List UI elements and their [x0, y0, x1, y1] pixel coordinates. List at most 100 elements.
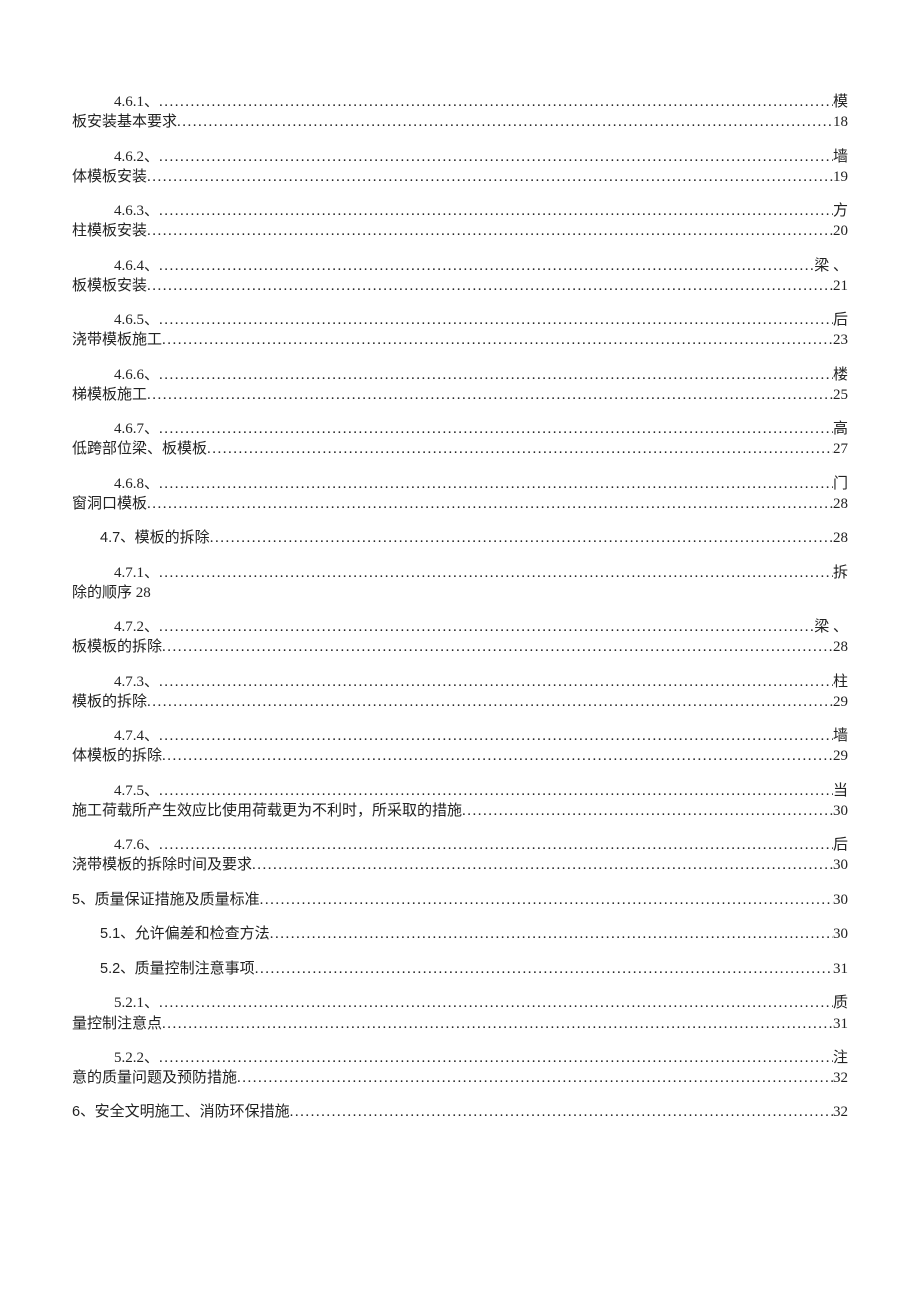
toc-entry-text: 4.7.1、 — [114, 563, 159, 583]
toc-entry: 4.7.5、当施工荷载所产生效应比使用荷载更为不利时，所采取的措施 30 — [72, 781, 848, 822]
toc-entry: 4.7.4、墙体模板的拆除29 — [72, 726, 848, 767]
toc-row-cont: 窗洞口模板 28 — [72, 494, 848, 514]
toc-section-number: 4.7、 — [100, 529, 135, 549]
toc-wrap-char: 墙 — [833, 147, 848, 167]
leader-dots — [159, 147, 833, 167]
leader-dots — [270, 924, 833, 944]
toc-entry-text: 低跨部位梁、板模板 — [72, 439, 207, 459]
toc-entry: 4.7.1、拆除的顺序 28 — [72, 563, 848, 604]
leader-dots — [255, 959, 833, 979]
toc-row-cont: 板模板的拆除28 — [72, 637, 848, 657]
toc-row-num: 4.7.6、后 — [72, 835, 848, 855]
toc-wrap-char: 质 — [833, 993, 848, 1013]
toc-entry: 5.2.1、质量控制注意点31 — [72, 993, 848, 1034]
toc-entry: 4.6.8、门窗洞口模板 28 — [72, 474, 848, 515]
toc-page-number: 28 — [833, 494, 848, 514]
toc-entry-text: 4.7.4、 — [114, 726, 159, 746]
toc-entry-text: 窗洞口模板 — [72, 494, 147, 514]
toc-row-cont: 浇带模板施工23 — [72, 330, 848, 350]
leader-dots — [159, 672, 833, 692]
toc-entry-text: 4.6.6、 — [114, 365, 159, 385]
toc-row-num: 5.2.2、注 — [72, 1048, 848, 1068]
leader-dots — [159, 1048, 833, 1068]
toc-row-num: 4.6.8、门 — [72, 474, 848, 494]
leader-dots — [147, 692, 833, 712]
toc-entry-text: 板模板的拆除 — [72, 637, 162, 657]
leader-dots — [159, 419, 833, 439]
toc-entry-text: 质量控制注意事项 — [135, 959, 255, 979]
toc-entry: 4.6.4、梁 、板模板安装21 — [72, 256, 848, 297]
leader-dots — [159, 201, 833, 221]
toc-entry-text: 施工荷载所产生效应比使用荷载更为不利时，所采取的措施 — [72, 801, 462, 821]
toc-page-number: 29 — [833, 746, 848, 766]
toc-wrap-char: 柱 — [833, 672, 848, 692]
toc-row-num: 4.7.1、拆 — [72, 563, 848, 583]
toc-page-number: 32 — [833, 1102, 848, 1122]
toc-row-num: 4.7.5、当 — [72, 781, 848, 801]
toc-entry-text: 4.6.2、 — [114, 147, 159, 167]
toc-row-cont: 浇带模板的拆除时间及要求30 — [72, 855, 848, 875]
toc-row-num: 4.6.6、楼 — [72, 365, 848, 385]
leader-dots — [159, 781, 833, 801]
toc-page-number: 28 — [833, 528, 848, 548]
toc-entry-text: 板安装基本要求 — [72, 112, 177, 132]
toc-entry: 4.6.5、后浇带模板施工23 — [72, 310, 848, 351]
toc-entry: 4.6.7、高低跨部位梁、板模板 27 — [72, 419, 848, 460]
toc-page-number: 20 — [833, 221, 848, 241]
toc-entry: 5、质量保证措施及质量标准30 — [72, 890, 848, 911]
toc-entry-text: 5.2.1、 — [114, 993, 159, 1013]
toc-entry-text: 4.6.4、 — [114, 256, 159, 276]
toc-page-number: 19 — [833, 167, 848, 187]
toc-entry: 4.7.6、后浇带模板的拆除时间及要求30 — [72, 835, 848, 876]
toc-row-cont: 模板的拆除 29 — [72, 692, 848, 712]
leader-dots — [147, 385, 833, 405]
leader-dots — [147, 494, 833, 514]
toc-section-number: 5.1、 — [100, 925, 135, 945]
toc-row-num: 4.6.7、高 — [72, 419, 848, 439]
toc-entry: 4.7.3、柱模板的拆除 29 — [72, 672, 848, 713]
toc-entry-text: 4.7.2、 — [114, 617, 159, 637]
toc-entry-text: 质量保证措施及质量标准 — [95, 890, 260, 910]
toc-entry-text: 板模板安装 — [72, 276, 147, 296]
toc-wrap-char: 墙 — [833, 726, 848, 746]
leader-dots — [290, 1102, 833, 1122]
leader-dots — [159, 365, 833, 385]
toc-row-num: 4.7.3、柱 — [72, 672, 848, 692]
leader-dots — [162, 1014, 833, 1034]
toc-page-number: 30 — [833, 801, 848, 821]
toc-entry-text: 4.6.3、 — [114, 201, 159, 221]
toc-row-num: 4.6.4、梁 、 — [72, 256, 848, 276]
toc-page-number: 31 — [833, 1014, 848, 1034]
toc-wrap-char: 后 — [833, 835, 848, 855]
toc-page-number: 25 — [833, 385, 848, 405]
toc-page-number: 31 — [833, 959, 848, 979]
toc-entry-text: 体模板安装 — [72, 167, 147, 187]
toc-page-number: 32 — [833, 1068, 848, 1088]
leader-dots — [147, 221, 833, 241]
toc-section-number: 6、 — [72, 1103, 95, 1123]
toc-page-number: 30 — [833, 855, 848, 875]
leader-dots — [162, 746, 833, 766]
toc-entry: 4.7.2、梁 、板模板的拆除28 — [72, 617, 848, 658]
toc-section-number: 5、 — [72, 891, 95, 911]
leader-dots — [162, 637, 833, 657]
toc-entry-text: 模板的拆除 — [135, 528, 210, 548]
toc-row-single: 4.7、 模板的拆除 28 — [72, 528, 848, 549]
leader-dots — [147, 276, 833, 296]
toc-entry: 4.6.3、 方柱模板安装20 — [72, 201, 848, 242]
leader-dots — [159, 993, 833, 1013]
toc-row-num: 4.6.1、模 — [72, 92, 848, 112]
toc-page-number: 29 — [833, 692, 848, 712]
toc-row-num: 4.6.3、 方 — [72, 201, 848, 221]
toc-entry-text: 4.6.8、 — [114, 474, 159, 494]
toc-entry-text: 允许偏差和检查方法 — [135, 924, 270, 944]
toc-row-num: 4.7.4、 墙 — [72, 726, 848, 746]
toc-page-number: 27 — [833, 439, 848, 459]
toc-wrap-char: 方 — [833, 201, 848, 221]
toc-row-num: 5.2.1、 质 — [72, 993, 848, 1013]
toc-row-cont: 柱模板安装20 — [72, 221, 848, 241]
toc-entry-text: 模板的拆除 — [72, 692, 147, 712]
leader-dots — [159, 92, 833, 112]
leader-dots — [159, 563, 833, 583]
leader-dots — [159, 726, 833, 746]
